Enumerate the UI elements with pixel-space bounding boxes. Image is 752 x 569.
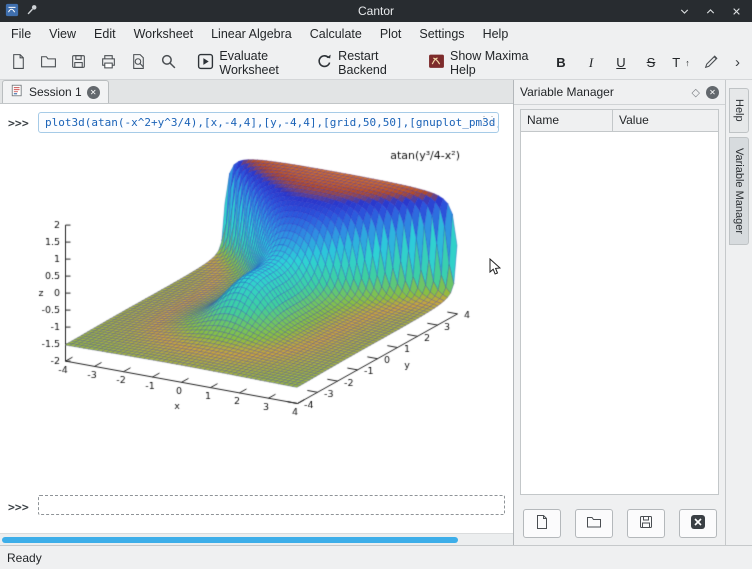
find-button[interactable] — [154, 49, 182, 77]
menu-view[interactable]: View — [40, 24, 85, 44]
horizontal-scrollbar[interactable] — [0, 533, 513, 545]
empty-command-entry[interactable] — [38, 495, 505, 515]
cantor-window: Cantor File View Edit Worksheet Linear A… — [0, 0, 752, 569]
menu-settings[interactable]: Settings — [410, 24, 473, 44]
side-tab-strip: Help Variable Manager — [725, 80, 752, 545]
tab-session-1[interactable]: Session 1 ✕ — [2, 80, 109, 103]
print-button[interactable] — [94, 49, 122, 77]
print-preview-button[interactable] — [124, 49, 152, 77]
restart-backend-button[interactable]: Restart Backend — [311, 49, 412, 77]
new-document-icon — [534, 514, 550, 533]
content-area: Session 1 ✕ >>> plot3d(atan(-x^2+y^3/4),… — [0, 80, 752, 545]
variable-manager-header: Variable Manager ◇ ✕ — [514, 80, 725, 105]
code-line: plot3d(atan(-x^2+y^3/4),[x,-4,4],[y,-4,4… — [45, 116, 499, 129]
evaluate-worksheet-button[interactable]: Evaluate Worksheet — [192, 49, 309, 77]
variable-manager-title: Variable Manager — [520, 85, 686, 99]
variables-table-header: Name Value — [521, 110, 718, 132]
evaluate-worksheet-label: Evaluate Worksheet — [219, 49, 304, 77]
search-icon — [160, 53, 177, 73]
column-header-name[interactable]: Name — [521, 110, 613, 131]
command-entry-row: >>> plot3d(atan(-x^2+y^3/4),[x,-4,4],[y,… — [0, 104, 513, 133]
maxima-help-icon — [428, 53, 445, 73]
menu-calculate[interactable]: Calculate — [301, 24, 371, 44]
worksheet-column: Session 1 ✕ >>> plot3d(atan(-x^2+y^3/4),… — [0, 80, 513, 545]
strikethrough-button[interactable]: S — [637, 49, 665, 77]
horizontal-scrollbar-thumb[interactable] — [2, 537, 458, 543]
plot3d-canvas — [36, 139, 506, 439]
italic-button[interactable]: I — [577, 49, 605, 77]
underline-button[interactable]: U — [607, 49, 635, 77]
minimize-button[interactable] — [676, 3, 692, 19]
show-maxima-help-button[interactable]: Show Maxima Help — [423, 49, 537, 77]
delete-x-icon — [690, 514, 706, 533]
open-folder-icon — [40, 53, 57, 73]
app-icon — [5, 3, 19, 20]
save-variables-button[interactable] — [627, 509, 665, 538]
format-pen-icon — [703, 53, 720, 73]
open-folder-icon — [586, 514, 602, 533]
menu-file[interactable]: File — [2, 24, 40, 44]
titlebar: Cantor — [0, 0, 752, 22]
statusbar: Ready — [0, 545, 752, 569]
save-icon — [70, 53, 87, 73]
open-button[interactable] — [34, 49, 62, 77]
new-worksheet-button[interactable] — [4, 49, 32, 77]
variables-table: Name Value — [520, 109, 719, 495]
tab-close-icon[interactable]: ✕ — [87, 86, 100, 99]
next-entry-row: >>> — [8, 495, 505, 515]
show-maxima-help-label: Show Maxima Help — [450, 49, 532, 77]
format-pen-button[interactable] — [697, 49, 725, 77]
menu-edit[interactable]: Edit — [85, 24, 125, 44]
cell-handle-icon[interactable]: ⋮⋮ — [479, 115, 495, 126]
superscript-button[interactable]: T↑ — [667, 49, 695, 77]
session-icon — [11, 84, 24, 100]
evaluate-play-icon — [197, 53, 214, 73]
save-button[interactable] — [64, 49, 92, 77]
toolbar-overflow-button[interactable]: › — [727, 54, 748, 71]
menu-linear-algebra[interactable]: Linear Algebra — [202, 24, 301, 44]
session-tabbar: Session 1 ✕ — [0, 80, 513, 104]
menu-worksheet[interactable]: Worksheet — [125, 24, 203, 44]
plot-output — [36, 139, 513, 439]
column-header-value[interactable]: Value — [613, 110, 718, 131]
menubar: File View Edit Worksheet Linear Algebra … — [0, 22, 752, 46]
toolbar: Evaluate Worksheet Restart Backend Show … — [0, 46, 752, 80]
pin-icon[interactable] — [25, 3, 39, 20]
command-prompt: >>> — [8, 112, 38, 130]
clear-variables-button[interactable] — [679, 509, 717, 538]
command-input-cell[interactable]: plot3d(atan(-x^2+y^3/4),[x,-4,4],[y,-4,4… — [38, 112, 499, 133]
menu-help[interactable]: Help — [474, 24, 518, 44]
window-title: Cantor — [120, 4, 632, 18]
print-icon — [100, 53, 117, 73]
new-variable-button[interactable] — [523, 509, 561, 538]
load-variables-button[interactable] — [575, 509, 613, 538]
entry-prompt: >>> — [8, 496, 38, 514]
side-tab-variable-manager[interactable]: Variable Manager — [729, 137, 749, 245]
variable-manager-panel: Variable Manager ◇ ✕ Name Value — [513, 80, 725, 545]
variables-table-body — [521, 132, 718, 494]
restart-arrow-icon — [316, 53, 333, 73]
tab-session-label: Session 1 — [29, 85, 82, 99]
bold-button[interactable]: B — [547, 49, 575, 77]
new-document-icon — [10, 53, 27, 73]
close-button[interactable] — [728, 3, 744, 19]
maximize-button[interactable] — [702, 3, 718, 19]
variable-manager-actions — [514, 501, 725, 545]
side-tab-help[interactable]: Help — [729, 88, 749, 133]
status-text: Ready — [7, 551, 42, 565]
save-icon — [638, 514, 654, 533]
print-preview-icon — [130, 53, 147, 73]
restart-backend-label: Restart Backend — [338, 49, 407, 77]
menu-plot[interactable]: Plot — [371, 24, 411, 44]
detach-panel-icon[interactable]: ◇ — [692, 86, 700, 99]
worksheet: >>> plot3d(atan(-x^2+y^3/4),[x,-4,4],[y,… — [0, 104, 513, 533]
close-panel-icon[interactable]: ✕ — [706, 86, 719, 99]
